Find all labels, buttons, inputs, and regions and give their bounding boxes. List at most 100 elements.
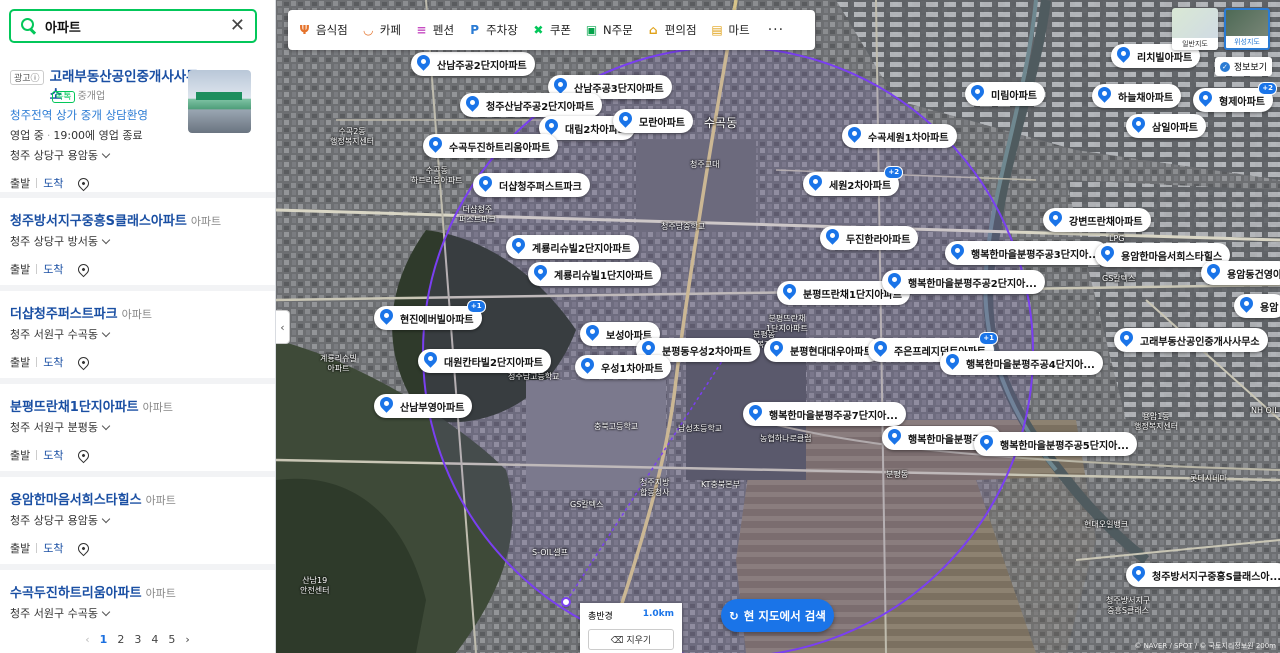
- search-input[interactable]: [45, 18, 215, 34]
- general-map-button[interactable]: 일반지도: [1172, 8, 1218, 50]
- result-address[interactable]: 청주 서원구 수곡동: [10, 605, 265, 621]
- marker-label: 행복한마을분평주공2단지아...: [908, 278, 1037, 290]
- category-convenience[interactable]: ⌂ 편의점: [647, 22, 697, 38]
- map-marker[interactable]: 계룡리슈빌2단지아파트: [506, 235, 639, 259]
- map-marker[interactable]: 수곡세원1차아파트: [842, 124, 957, 148]
- map-marker[interactable]: 하늘채아파트: [1092, 84, 1182, 108]
- map-marker[interactable]: 미림아파트: [965, 82, 1045, 106]
- map-marker[interactable]: 강변뜨란채아파트: [1043, 208, 1151, 232]
- category-cafe[interactable]: ◡ 카페: [362, 22, 401, 38]
- info-toggle[interactable]: ✓ 정보보기: [1214, 57, 1272, 76]
- address-text: 청주 서원구 분평동: [10, 421, 98, 434]
- close-icon[interactable]: ✕: [230, 17, 245, 35]
- location-pin-icon[interactable]: [75, 354, 91, 370]
- result-address[interactable]: 청주 서원구 수곡동: [10, 326, 265, 342]
- map-marker[interactable]: 용암동건영아: [1201, 261, 1280, 285]
- map-marker[interactable]: 수곡두진하트리움아파트: [423, 134, 559, 158]
- result-address[interactable]: 청주 상당구 용암동: [10, 147, 265, 163]
- map-marker[interactable]: 청주산남주공2단지아파트: [460, 93, 603, 117]
- result-title[interactable]: 더샵청주퍼스트파크: [10, 303, 118, 322]
- category-restaurant[interactable]: Ψ 음식점: [298, 22, 347, 38]
- map-marker[interactable]: 산남부영아파트: [374, 394, 473, 418]
- cluster-count-badge[interactable]: +2: [1258, 82, 1277, 95]
- start-button[interactable]: 출발: [10, 175, 30, 191]
- location-pin-icon[interactable]: [75, 175, 91, 191]
- map-marker[interactable]: 산남주공2단지아파트: [411, 52, 535, 76]
- page-link[interactable]: 1: [100, 633, 108, 646]
- map-marker[interactable]: 두진한라아파트: [820, 226, 919, 250]
- category-mart[interactable]: ▤ 마트: [711, 22, 749, 38]
- map-marker[interactable]: 더샵청주퍼스트파크: [473, 173, 590, 197]
- map-marker[interactable]: 행복한마을분평주공3단지아...: [945, 241, 1108, 265]
- marker-label: 용암동건영아: [1227, 269, 1280, 281]
- next-page-icon[interactable]: ›: [185, 633, 189, 646]
- arrive-button[interactable]: 도착: [43, 447, 63, 463]
- map-marker[interactable]: 청주방서지구중흥S클래스아...: [1126, 563, 1280, 587]
- category-pension[interactable]: ≡ 펜션: [415, 22, 454, 38]
- page-link[interactable]: 5: [168, 633, 175, 646]
- ad-badge[interactable]: 광고ⓘ: [10, 70, 44, 85]
- page-link[interactable]: 2: [117, 633, 124, 646]
- map-marker[interactable]: 계룡리슈빌1단지아파트: [528, 262, 661, 286]
- map-marker[interactable]: 현진에버빌아파트 +1: [374, 300, 486, 330]
- result-address[interactable]: 청주 상당구 방서동: [10, 233, 265, 249]
- map-marker[interactable]: 모란아파트: [613, 109, 693, 133]
- map-view[interactable]: 수곡동 청주교대 청주남중학교 수곡2동 행정복지센터 수곡동 하트리움아파트 더샵…: [276, 0, 1280, 653]
- map-marker[interactable]: 고래부동산공인중개사사무소: [1114, 328, 1268, 352]
- prev-page-icon[interactable]: ‹: [85, 633, 89, 646]
- list-item[interactable]: 분평뜨란채1단지아파트 아파트 청주 서원구 분평동 출발 도착: [0, 384, 275, 477]
- map-marker[interactable]: 대원칸타빌2단지아파트: [418, 349, 551, 373]
- search-box[interactable]: ✕: [9, 9, 257, 43]
- result-address[interactable]: 청주 상당구 용암동: [10, 512, 265, 528]
- clear-radius-button[interactable]: ⌫ 지우기: [588, 629, 674, 650]
- list-item[interactable]: 청주방서지구중흥S클래스아파트 아파트 청주 상당구 방서동 출발 도착: [0, 198, 275, 291]
- result-title[interactable]: 수곡두진하트리움아파트: [10, 582, 142, 601]
- result-title[interactable]: 용암한마음서희스타힐스: [10, 489, 142, 508]
- list-item[interactable]: 더샵청주퍼스트파크 아파트 청주 서원구 수곡동 출발 도착: [0, 291, 275, 384]
- result-title[interactable]: 분평뜨란채1단지아파트: [10, 396, 139, 415]
- category-norder[interactable]: ▣ N주문: [585, 22, 633, 38]
- map-marker[interactable]: 우성1차아파트: [575, 355, 672, 379]
- start-button[interactable]: 출발: [10, 447, 30, 463]
- map-marker[interactable]: 행복한마을분평주공4단지아...: [940, 351, 1103, 375]
- location-pin-icon[interactable]: [75, 540, 91, 556]
- map-marker[interactable]: 분평현대대우아파트: [764, 338, 881, 362]
- category-coupon[interactable]: ✖ 쿠폰: [532, 22, 571, 38]
- more-categories-button[interactable]: ···: [768, 22, 784, 38]
- map-marker[interactable]: 행복한마을분평주공2단지아...: [882, 270, 1045, 294]
- location-pin-icon[interactable]: [75, 261, 91, 277]
- talktalk-badge[interactable]: 톡톡: [52, 91, 75, 103]
- arrive-button[interactable]: 도착: [43, 261, 63, 277]
- cluster-count-badge[interactable]: +1: [466, 300, 486, 313]
- map-marker[interactable]: 행복한마을분평주공7단지아...: [743, 402, 906, 426]
- start-button[interactable]: 출발: [10, 261, 30, 277]
- cluster-count-badge[interactable]: +2: [884, 166, 904, 179]
- page-link[interactable]: 4: [151, 633, 158, 646]
- start-button[interactable]: 출발: [10, 354, 30, 370]
- arrive-button[interactable]: 도착: [43, 540, 63, 556]
- list-item[interactable]: 광고ⓘ 고래부동산공인중개사사무소 청주전역 상가 중개 상담환영 영업 중 · 1…: [0, 56, 275, 198]
- place-label: 계룡리슈빌 아파트: [320, 354, 357, 373]
- map-marker[interactable]: 세원2차아파트 +2: [803, 166, 904, 196]
- arrive-button[interactable]: 도착: [43, 354, 63, 370]
- result-address[interactable]: 청주 서원구 분평동: [10, 419, 265, 435]
- collapse-panel-button[interactable]: ‹: [276, 310, 290, 344]
- search-this-area-button[interactable]: ↻ 현 지도에서 검색: [721, 599, 834, 632]
- start-button[interactable]: 출발: [10, 540, 30, 556]
- list-item[interactable]: 수곡두진하트리움아파트 아파트 청주 서원구 수곡동: [0, 570, 275, 626]
- business-thumbnail[interactable]: [188, 70, 251, 133]
- location-pin-icon[interactable]: [75, 447, 91, 463]
- page-link[interactable]: 3: [134, 633, 141, 646]
- category-parking[interactable]: P 주차장: [468, 22, 518, 38]
- list-item[interactable]: 용암한마음서희스타힐스 아파트 청주 상당구 용암동 출발 도착: [0, 477, 275, 570]
- arrive-button[interactable]: 도착: [43, 175, 63, 191]
- map-marker[interactable]: 형제아파트 +2: [1193, 82, 1277, 112]
- map-pin-icon: [808, 175, 823, 194]
- result-title[interactable]: 청주방서지구중흥S클래스아파트: [10, 210, 187, 229]
- map-marker[interactable]: 삼일아파트: [1126, 114, 1206, 138]
- cluster-count-badge[interactable]: +1: [979, 332, 998, 345]
- satellite-map-button[interactable]: 위성지도: [1224, 8, 1270, 50]
- map-pin-icon: [428, 137, 443, 156]
- map-marker[interactable]: 행복한마을분평주공5단지아...: [974, 432, 1137, 456]
- map-marker[interactable]: 용암: [1234, 294, 1280, 318]
